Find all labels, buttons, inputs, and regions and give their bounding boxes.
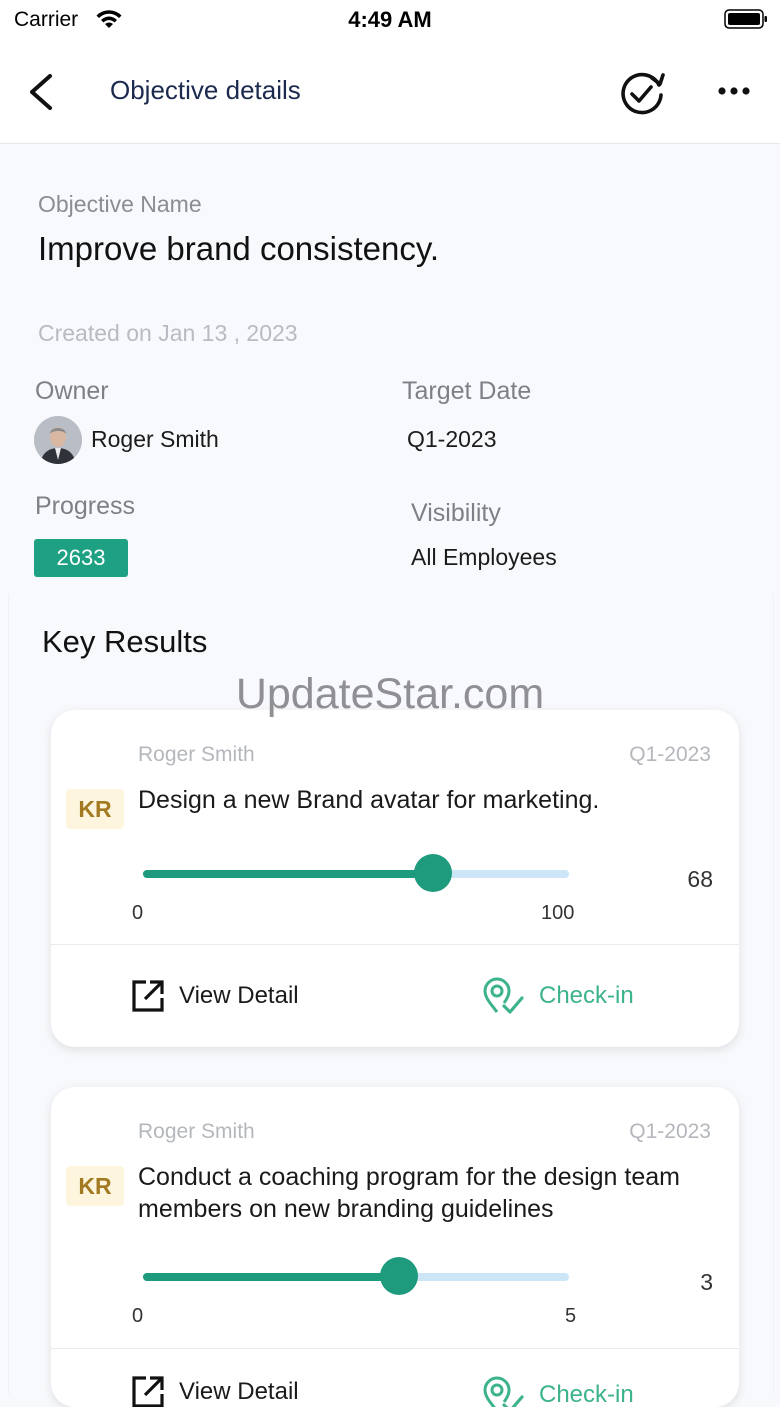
kr-tag: KR — [66, 1166, 124, 1206]
check-in-button[interactable]: Check-in — [481, 1375, 634, 1407]
slider-thumb[interactable] — [413, 854, 452, 892]
slider-min: 0 — [132, 902, 144, 924]
owner-avatar-image — [34, 416, 82, 464]
visibility-label: Visibility — [411, 499, 501, 527]
chevron-left-icon[interactable] — [22, 70, 62, 114]
location-check-icon — [483, 977, 524, 1014]
kr-date: Q1-2023 — [629, 743, 711, 766]
avatar — [34, 416, 82, 464]
view-detail-label: View Detail — [179, 1378, 299, 1405]
more-horizontal-icon[interactable] — [712, 76, 758, 106]
slider-thumb[interactable] — [379, 1257, 418, 1295]
key-result-card: Roger Smith Q1-2023 KR Conduct a coachin… — [51, 1087, 739, 1407]
view-detail-button[interactable]: View Detail — [131, 1375, 299, 1407]
visibility-value: All Employees — [411, 544, 557, 570]
kr-owner: Roger Smith — [138, 743, 255, 766]
objective-name: Improve brand consistency. — [38, 230, 440, 267]
divider — [51, 944, 739, 945]
view-detail-label: View Detail — [179, 982, 299, 1009]
slider-value: 68 — [687, 866, 713, 892]
watermark-text: UpdateStar.com — [235, 670, 545, 718]
view-detail-button[interactable]: View Detail — [131, 979, 299, 1013]
kr-progress-slider[interactable] — [143, 1257, 569, 1295]
target-date-value: Q1-2023 — [407, 426, 497, 452]
key-results-heading: Key Results — [42, 624, 208, 659]
check-cycle-icon[interactable] — [616, 68, 668, 118]
divider — [51, 1348, 739, 1349]
kr-tag: KR — [66, 789, 124, 829]
check-in-label: Check-in — [539, 1381, 634, 1407]
objective-name-label: Objective Name — [38, 191, 202, 217]
external-link-icon — [132, 980, 164, 1012]
nav-bar: Objective details — [0, 40, 780, 144]
location-check-icon — [483, 1376, 524, 1407]
target-date-label: Target Date — [402, 377, 532, 405]
slider-value: 3 — [700, 1269, 713, 1295]
owner-name: Roger Smith — [91, 426, 219, 452]
slider-max: 5 — [565, 1305, 577, 1327]
created-date: Created on Jan 13 , 2023 — [38, 320, 298, 346]
progress-badge: 2633 — [34, 539, 128, 577]
key-result-card: Roger Smith Q1-2023 KR Design a new Bran… — [51, 710, 739, 1047]
kr-progress-slider[interactable] — [143, 854, 569, 892]
status-time: 4:49 AM — [348, 7, 432, 32]
kr-title: Design a new Brand avatar for marketing. — [138, 786, 600, 814]
slider-min: 0 — [132, 1305, 144, 1327]
slider-fill — [143, 870, 433, 878]
check-in-label: Check-in — [539, 982, 634, 1009]
kr-owner: Roger Smith — [138, 1120, 255, 1143]
progress-label: Progress — [35, 492, 136, 520]
external-link-icon — [132, 1376, 164, 1407]
slider-max: 100 — [541, 902, 575, 924]
check-in-button[interactable]: Check-in — [481, 976, 634, 1016]
slider-fill — [143, 1273, 399, 1281]
status-bar: Carrier 4:49 AM — [0, 0, 780, 40]
owner-label: Owner — [35, 377, 109, 405]
kr-title: Conduct a coaching program for the desig… — [138, 1163, 680, 1223]
battery-icon — [724, 9, 767, 29]
kr-date: Q1-2023 — [629, 1120, 711, 1143]
page-title: Objective details — [110, 75, 301, 105]
